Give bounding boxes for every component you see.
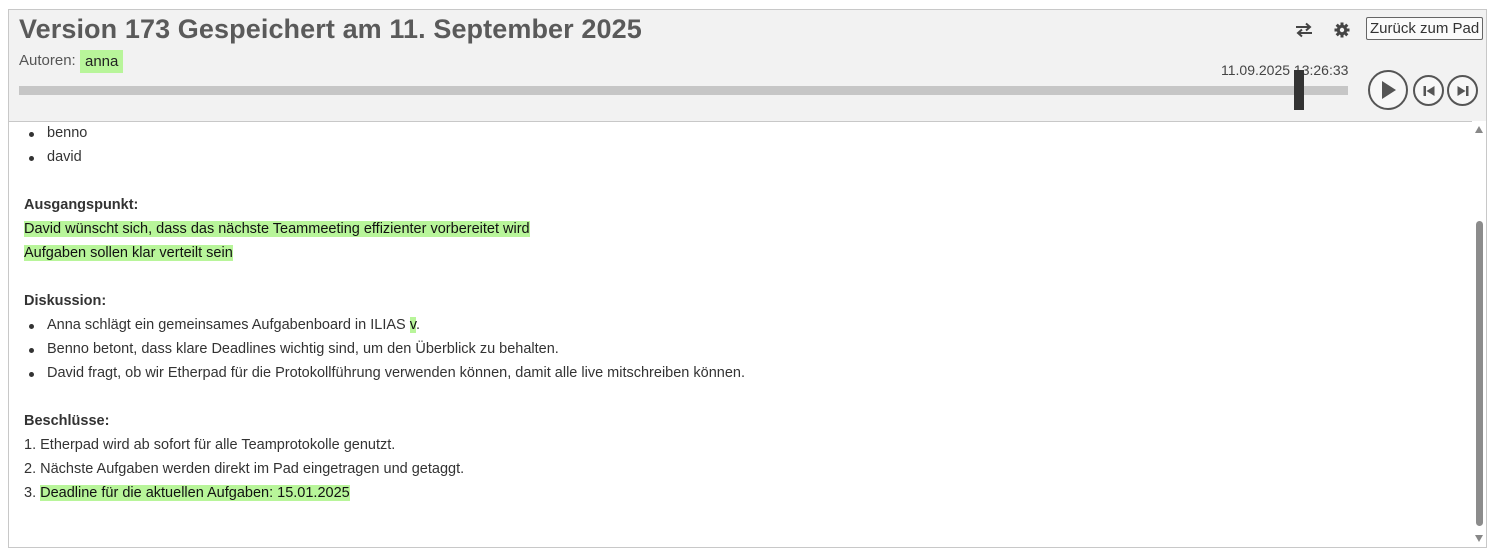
bullet-dot	[29, 348, 34, 353]
timeslider-header: Version 173 Gespeichert am 11. September…	[9, 10, 1486, 122]
step-forward-button[interactable]	[1447, 75, 1478, 106]
list-item: benno	[47, 125, 88, 141]
timeslider-window: Version 173 Gespeichert am 11. September…	[8, 9, 1487, 548]
scroll-down-arrow-icon[interactable]	[1475, 535, 1483, 542]
scrollbar-thumb[interactable]	[1476, 221, 1483, 526]
section-heading: Beschlüsse:	[24, 413, 110, 429]
author-chip: anna	[80, 50, 124, 73]
list-item: Benno betont, dass klare Deadlines wicht…	[47, 341, 559, 357]
back-to-pad-button[interactable]: Zurück zum Pad	[1366, 17, 1484, 40]
play-icon	[1382, 81, 1396, 99]
list-item: David fragt, ob wir Etherpad für die Pro…	[47, 365, 745, 381]
gear-icon[interactable]	[1331, 19, 1353, 41]
list-item: 3. Deadline für die aktuellen Aufgaben: …	[24, 485, 350, 501]
step-backward-icon	[1423, 85, 1434, 96]
list-item: 1. Etherpad wird ab sofort für alle Team…	[24, 437, 396, 453]
revision-timestamp: 11.09.2025 13:26:33	[1221, 62, 1349, 78]
timeslider-handle[interactable]	[1294, 70, 1304, 110]
bullet-dot	[29, 132, 34, 137]
pad-content: benno david Ausgangspunkt: David wünscht…	[9, 121, 1472, 547]
scroll-up-arrow-icon[interactable]	[1475, 126, 1483, 133]
swap-arrows-icon[interactable]	[1293, 19, 1315, 41]
list-item: 2. Nächste Aufgaben werden direkt im Pad…	[24, 461, 465, 477]
vertical-scrollbar[interactable]	[1472, 121, 1486, 547]
highlighted-text: Deadline für die aktuellen Aufgaben: 15.…	[40, 485, 350, 501]
authors-label: Autoren:	[19, 52, 76, 69]
bullet-dot	[29, 324, 34, 329]
timeslider-track[interactable]	[19, 86, 1348, 95]
play-button[interactable]	[1368, 70, 1408, 110]
bullet-dot	[29, 372, 34, 377]
list-item: david	[47, 149, 82, 165]
step-backward-button[interactable]	[1413, 75, 1444, 106]
step-forward-icon	[1457, 85, 1468, 96]
section-heading: Diskussion:	[24, 293, 107, 309]
highlighted-text: David wünscht sich, dass das nächste Tea…	[24, 221, 530, 237]
list-item: Anna schlägt ein gemeinsames Aufgabenboa…	[47, 317, 420, 333]
revision-title: Version 173 Gespeichert am 11. September…	[19, 14, 642, 44]
bullet-dot	[29, 156, 34, 161]
highlighted-text: Aufgaben sollen klar verteilt sein	[24, 245, 233, 261]
section-heading: Ausgangspunkt:	[24, 197, 139, 213]
